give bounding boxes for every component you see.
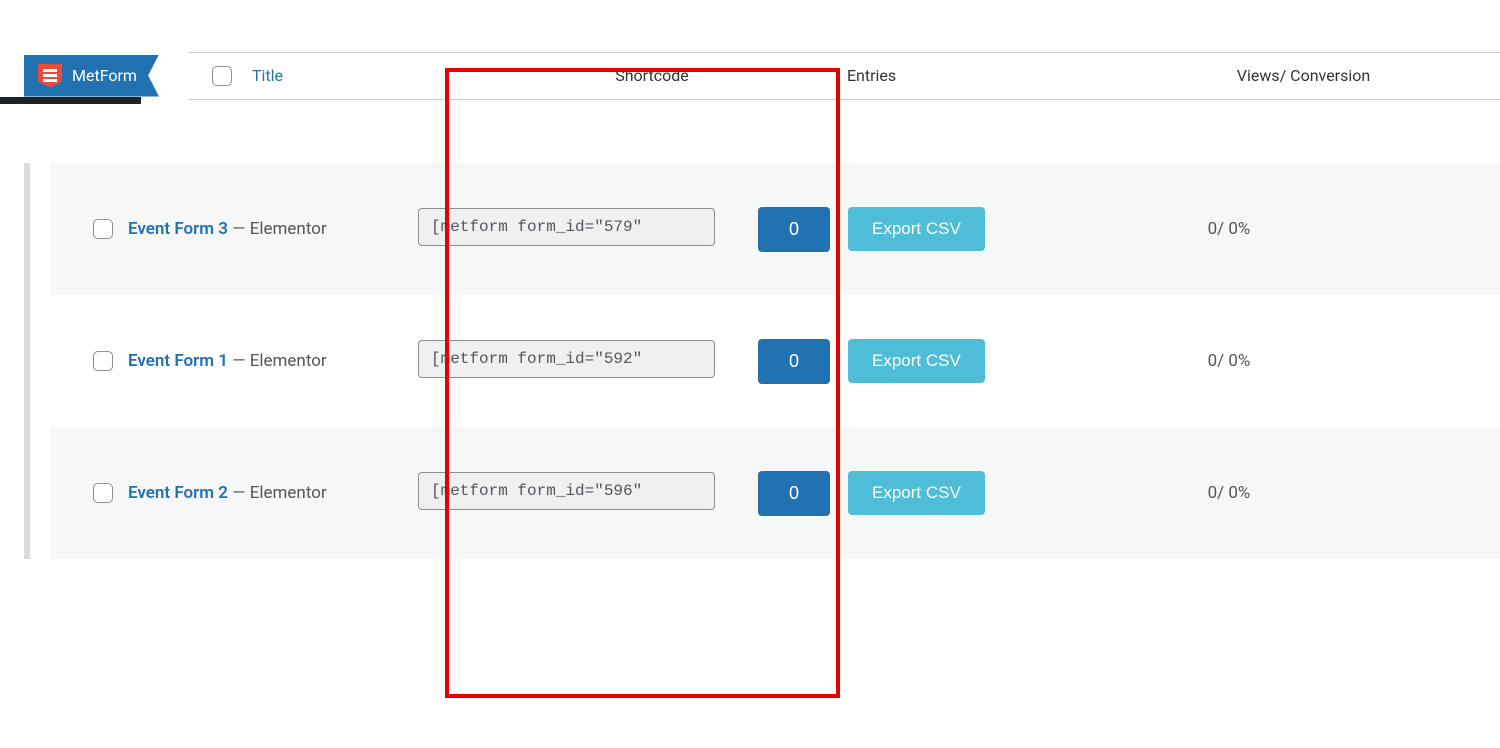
shortcode-input[interactable]: [metform form_id="596": [418, 472, 715, 510]
column-header-views: Views/ Conversion: [1107, 66, 1500, 85]
shortcode-input[interactable]: [metform form_id="579": [418, 208, 715, 246]
row-title-cell: Event Form 2 — Elementor: [128, 483, 418, 503]
form-title-link[interactable]: Event Form 1: [128, 351, 228, 371]
form-title-link[interactable]: Event Form 2: [128, 483, 228, 503]
title-dash: —: [228, 219, 250, 239]
editor-label: Elementor: [250, 351, 327, 371]
row-title-cell: Event Form 3 — Elementor: [128, 219, 418, 239]
entries-count-button[interactable]: 0: [758, 207, 830, 252]
table-body: Event Form 3 — Elementor [metform form_i…: [24, 163, 1500, 559]
views-conversion-value: 0/ 0%: [1058, 219, 1500, 239]
table-header: Title Shortcode Entries Views/ Conversio…: [189, 52, 1500, 100]
column-header-entries: Entries: [817, 66, 1107, 85]
views-conversion-value: 0/ 0%: [1058, 483, 1500, 503]
export-csv-button[interactable]: Export CSV: [848, 471, 985, 515]
column-header-shortcode: Shortcode: [487, 66, 817, 85]
table-row: Event Form 2 — Elementor [metform form_i…: [50, 427, 1500, 559]
metform-menu-item[interactable]: MetForm: [0, 55, 159, 97]
views-conversion-value: 0/ 0%: [1058, 351, 1500, 371]
form-title-link[interactable]: Event Form 3: [128, 219, 228, 239]
menu-underline: [0, 97, 141, 104]
row-checkbox[interactable]: [93, 483, 113, 503]
row-title-cell: Event Form 1 — Elementor: [128, 351, 418, 371]
entries-count-button[interactable]: 0: [758, 471, 830, 516]
table-row: Event Form 3 — Elementor [metform form_i…: [50, 163, 1500, 295]
select-all-checkbox[interactable]: [212, 66, 232, 86]
entries-count-button[interactable]: 0: [758, 339, 830, 384]
table-row: Event Form 1 — Elementor [metform form_i…: [50, 295, 1500, 427]
metform-icon: [38, 64, 62, 88]
metform-label: MetForm: [72, 66, 137, 85]
title-dash: —: [228, 483, 250, 503]
title-dash: —: [228, 351, 250, 371]
row-checkbox[interactable]: [93, 219, 113, 239]
row-checkbox[interactable]: [93, 351, 113, 371]
editor-label: Elementor: [250, 483, 327, 503]
export-csv-button[interactable]: Export CSV: [848, 339, 985, 383]
column-header-title[interactable]: Title: [247, 66, 487, 85]
shortcode-input[interactable]: [metform form_id="592": [418, 340, 715, 378]
export-csv-button[interactable]: Export CSV: [848, 207, 985, 251]
editor-label: Elementor: [250, 219, 327, 239]
